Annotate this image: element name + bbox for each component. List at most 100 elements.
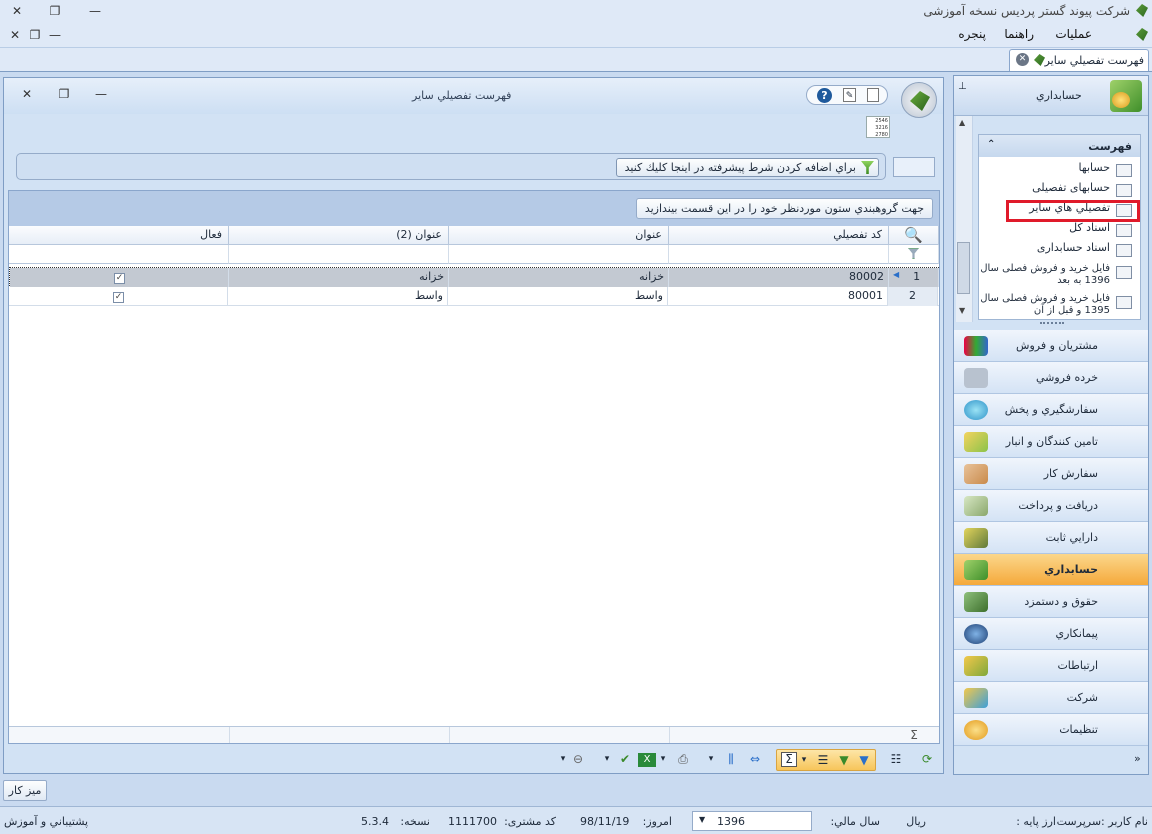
print-icon[interactable]: ⎙ (674, 751, 692, 768)
app-title: شرکت پیوند گستر پردیس نسخه آموزشی (923, 4, 1130, 18)
module-ordering-distribution[interactable]: سفارشگيري و پخش (954, 394, 1148, 426)
fiscal-year-select[interactable]: ▼ 1396 (692, 811, 812, 831)
more-dropdown-icon[interactable]: ▾ (558, 751, 568, 768)
layout-icon[interactable]: ☷ (888, 751, 904, 768)
cell-active[interactable]: ✓ (10, 268, 229, 287)
minimize-icon[interactable]: — (84, 3, 106, 19)
module-retail[interactable]: خرده فروشي (954, 362, 1148, 394)
module-customers-sales[interactable]: مشتريان و فروش (954, 330, 1148, 362)
scroll-thumb[interactable] (957, 242, 970, 294)
menu-operations[interactable]: عملیات (1055, 27, 1092, 41)
expand-modules-icon[interactable]: » (1134, 752, 1141, 765)
module-settings[interactable]: تنظيمات (954, 714, 1148, 746)
active-checkbox[interactable]: ✓ (114, 273, 125, 284)
module-work-order[interactable]: سفارش كار (954, 458, 1148, 490)
nav-list-header[interactable]: فهرست ⌃ (979, 135, 1140, 157)
advanced-filter-button[interactable]: براي اضافه كردن شرط پيشرفته در اينجا كلي… (615, 158, 879, 177)
mdi-restore-icon[interactable]: ❐ (24, 27, 46, 43)
filter-cell-code[interactable] (669, 245, 889, 264)
module-payroll[interactable]: حقوق و دستمزد (954, 586, 1148, 618)
nav-item-accounting-docs[interactable]: اسناد حسابداری (979, 241, 1136, 261)
boxes-icon (964, 464, 988, 484)
column-header-title2[interactable]: عنوان (2) (229, 226, 449, 245)
table-row[interactable]: ◀ 1 80002 خزانه خزانه ✓ (9, 267, 939, 287)
edit-icon[interactable]: ✎ (843, 88, 856, 102)
sum-icon[interactable]: Σ (781, 752, 797, 767)
excel-dropdown-icon[interactable]: ▾ (658, 751, 668, 768)
inner-close-icon[interactable]: ✕ (16, 86, 38, 102)
nav-item-general-docs[interactable]: اسناد کل (979, 221, 1136, 241)
group-rows-icon[interactable]: ☰ (815, 752, 831, 769)
module-receive-pay[interactable]: دريافت و پرداخت (954, 490, 1148, 522)
scroll-down-icon[interactable]: ▼ (959, 306, 965, 315)
excel-icon[interactable]: X (638, 753, 656, 767)
nav-item-seasonal-1396[interactable]: فایل خرید و فروش فصلی سال 1396 به بعد (979, 263, 1136, 291)
module-contracting[interactable]: پيمانكاري (954, 618, 1148, 650)
export-check-icon[interactable]: ✔ (616, 751, 634, 768)
filter-toggle-icon[interactable]: ▼ (837, 752, 851, 769)
module-fixed-assets[interactable]: دارايي ثابت (954, 522, 1148, 554)
active-checkbox[interactable]: ✓ (113, 292, 124, 303)
nav-item-seasonal-1395[interactable]: فایل خرید و فروش فصلی سال 1395 و قبل از … (979, 293, 1136, 321)
filter-cell-title[interactable] (449, 245, 669, 264)
active-tools-group: Σ ▾ ☰ ▼ ▼ (776, 749, 876, 771)
splitter-grip[interactable] (1040, 322, 1064, 325)
mdi-minimize-icon[interactable]: — (44, 27, 66, 43)
summary-sigma-icon[interactable]: Σ (889, 728, 939, 742)
restore-icon[interactable]: ❐ (44, 3, 66, 19)
table-row[interactable]: 2 80001 واسط واسط ✓ (9, 287, 939, 306)
advanced-filter-label: براي اضافه كردن شرط پيشرفته در اينجا كلي… (624, 161, 856, 174)
column-header-title[interactable]: عنوان (449, 226, 669, 245)
pin-icon[interactable]: ⊥ (958, 81, 967, 92)
status-version-value: 5.3.4 (361, 815, 389, 828)
inner-restore-icon[interactable]: ❐ (53, 86, 75, 102)
scroll-up-icon[interactable]: ▲ (959, 118, 965, 127)
navigation-pane: ⊥ حسابداري ▲ ▼ فهرست ⌃ حسابها حسابهای تف… (953, 75, 1149, 775)
menu-help[interactable]: راهنما (1004, 27, 1034, 41)
globe-icon (964, 400, 988, 420)
dropdown-icon[interactable]: ▾ (602, 751, 612, 768)
cell-active[interactable]: ✓ (9, 287, 228, 306)
group-by-panel: جهت گروهبندي ستون موردنظر خود را در اين … (9, 191, 939, 226)
new-doc-icon[interactable] (867, 88, 879, 102)
nav-scrollbar[interactable]: ▲ ▼ (956, 116, 973, 322)
tab-close-icon[interactable]: ✕ (1016, 53, 1029, 66)
fit-width-icon[interactable]: ⇔ (746, 751, 764, 768)
filter-cell-title2[interactable] (229, 245, 449, 264)
print-dropdown-icon[interactable]: ▾ (706, 751, 716, 768)
menu-window[interactable]: پنجره (958, 27, 986, 41)
cell-title: واسط (448, 287, 668, 306)
module-suppliers-warehouse[interactable]: تامين كنندگان و انبار (954, 426, 1148, 458)
doc-tab[interactable]: ✕ فهرست تفصيلي سایر (1009, 49, 1149, 71)
data-grid: جهت گروهبندي ستون موردنظر خود را در اين … (8, 190, 940, 744)
collapse-icon[interactable]: ⌃ (987, 139, 995, 150)
help-icon[interactable]: ? (817, 88, 832, 103)
nav-item-accounts[interactable]: حسابها (979, 161, 1136, 181)
module-communications[interactable]: ارتباطات (954, 650, 1148, 682)
module-accounting[interactable]: حسابداري (954, 554, 1148, 586)
group-by-hint: جهت گروهبندي ستون موردنظر خود را در اين … (635, 198, 933, 219)
circle-minus-icon[interactable]: ⊖ (570, 751, 586, 768)
filter-cell-active[interactable] (9, 245, 229, 264)
column-header-active[interactable]: فعال (9, 226, 229, 245)
communications-icon (964, 656, 988, 676)
inner-minimize-icon[interactable]: — (90, 86, 112, 102)
sum-dropdown-icon[interactable]: ▾ (799, 752, 809, 769)
column-header-code[interactable]: كد تفصيلي (669, 226, 889, 245)
list-icon (1116, 224, 1132, 237)
mdi-close-icon[interactable]: ✕ (4, 27, 26, 43)
calculator-icon[interactable]: 2546 3216 2780 (866, 116, 890, 138)
desk-button[interactable]: ميز كار (3, 780, 47, 801)
filter-row-funnel-icon[interactable] (889, 245, 939, 264)
refresh-icon[interactable]: ⟳ (918, 751, 936, 768)
module-company[interactable]: شركت (954, 682, 1148, 714)
close-icon[interactable]: ✕ (6, 3, 28, 19)
year-dropdown-icon[interactable]: ▼ (699, 815, 705, 824)
filter-clear-icon[interactable]: ▼ (857, 752, 871, 769)
nav-item-detailed-accounts[interactable]: حسابهای تفصیلی (979, 181, 1136, 201)
columns-icon[interactable]: ⫼ (722, 751, 740, 768)
status-today-label: امروز: (642, 815, 672, 828)
filter-toggle-box[interactable] (893, 157, 935, 177)
grid-search-icon[interactable]: 🔍 (889, 226, 939, 245)
status-support[interactable]: پشتيباني و آموزش (4, 815, 88, 828)
